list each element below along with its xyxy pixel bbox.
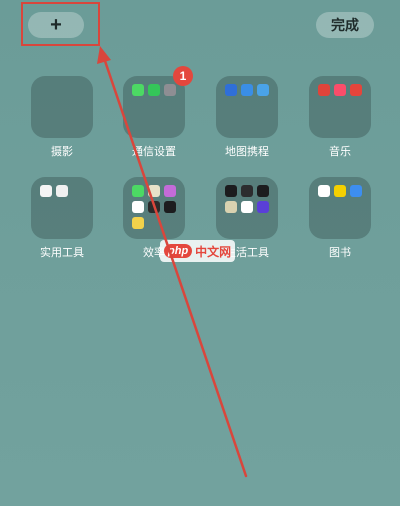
- arrow-head: [97, 46, 111, 64]
- arrow-line: [102, 56, 248, 478]
- annotation-arrow: [97, 46, 248, 478]
- home-screen-edit-mode: + 完成 摄影 1 通信设置 地图携程 音乐 实用工具 效率 生活工具 图书 p…: [0, 0, 400, 506]
